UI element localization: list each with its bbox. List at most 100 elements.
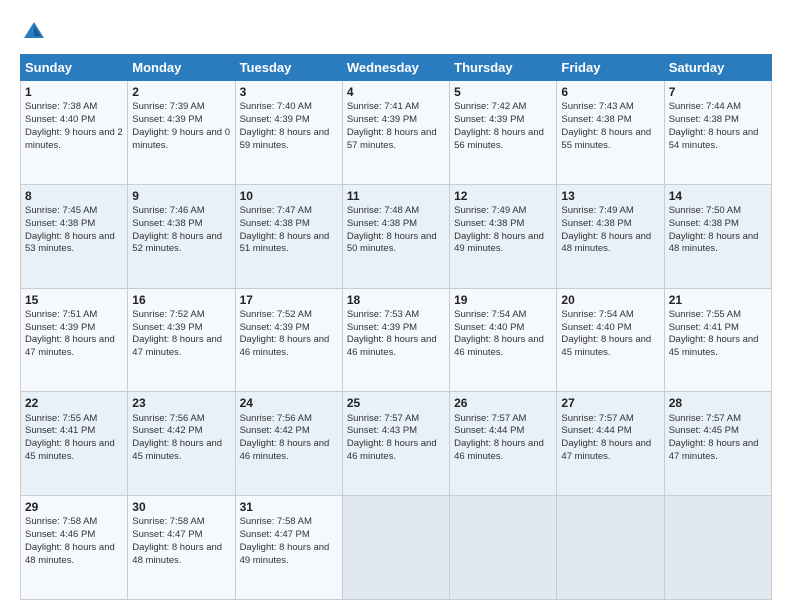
sunset-text: Sunset: 4:38 PM	[347, 218, 417, 229]
sunset-text: Sunset: 4:38 PM	[25, 218, 95, 229]
day-number: 18	[347, 292, 445, 308]
calendar-cell: 29Sunrise: 7:58 AMSunset: 4:46 PMDayligh…	[21, 496, 128, 600]
daylight-text: Daylight: 8 hours and 45 minutes.	[561, 334, 651, 358]
day-number: 25	[347, 395, 445, 411]
day-number: 11	[347, 188, 445, 204]
daylight-text: Daylight: 8 hours and 47 minutes.	[132, 334, 222, 358]
daylight-text: Daylight: 8 hours and 45 minutes.	[669, 334, 759, 358]
daylight-text: Daylight: 8 hours and 46 minutes.	[240, 334, 330, 358]
sunset-text: Sunset: 4:45 PM	[669, 425, 739, 436]
daylight-text: Daylight: 8 hours and 46 minutes.	[454, 334, 544, 358]
daylight-text: Daylight: 8 hours and 56 minutes.	[454, 127, 544, 151]
sunrise-text: Sunrise: 7:57 AM	[454, 413, 526, 424]
calendar-cell: 30Sunrise: 7:58 AMSunset: 4:47 PMDayligh…	[128, 496, 235, 600]
sunset-text: Sunset: 4:38 PM	[669, 218, 739, 229]
sunset-text: Sunset: 4:38 PM	[561, 114, 631, 125]
daylight-text: Daylight: 8 hours and 47 minutes.	[669, 438, 759, 462]
sunrise-text: Sunrise: 7:56 AM	[132, 413, 204, 424]
sunset-text: Sunset: 4:39 PM	[454, 114, 524, 125]
day-number: 20	[561, 292, 659, 308]
day-number: 27	[561, 395, 659, 411]
sunset-text: Sunset: 4:46 PM	[25, 529, 95, 540]
day-number: 30	[132, 499, 230, 515]
sunset-text: Sunset: 4:40 PM	[561, 322, 631, 333]
daylight-text: Daylight: 8 hours and 45 minutes.	[25, 438, 115, 462]
daylight-text: Daylight: 8 hours and 49 minutes.	[454, 231, 544, 255]
calendar-cell: 5Sunrise: 7:42 AMSunset: 4:39 PMDaylight…	[450, 81, 557, 185]
sunrise-text: Sunrise: 7:54 AM	[561, 309, 633, 320]
day-number: 2	[132, 84, 230, 100]
calendar-header-wednesday: Wednesday	[342, 55, 449, 81]
daylight-text: Daylight: 8 hours and 46 minutes.	[347, 334, 437, 358]
sunset-text: Sunset: 4:38 PM	[240, 218, 310, 229]
day-number: 5	[454, 84, 552, 100]
sunrise-text: Sunrise: 7:38 AM	[25, 101, 97, 112]
sunrise-text: Sunrise: 7:55 AM	[669, 309, 741, 320]
calendar-week-2: 8Sunrise: 7:45 AMSunset: 4:38 PMDaylight…	[21, 184, 772, 288]
calendar-cell: 21Sunrise: 7:55 AMSunset: 4:41 PMDayligh…	[664, 288, 771, 392]
sunrise-text: Sunrise: 7:58 AM	[132, 516, 204, 527]
sunrise-text: Sunrise: 7:54 AM	[454, 309, 526, 320]
calendar-cell	[557, 496, 664, 600]
calendar-cell: 18Sunrise: 7:53 AMSunset: 4:39 PMDayligh…	[342, 288, 449, 392]
sunset-text: Sunset: 4:38 PM	[454, 218, 524, 229]
sunrise-text: Sunrise: 7:41 AM	[347, 101, 419, 112]
calendar-cell: 26Sunrise: 7:57 AMSunset: 4:44 PMDayligh…	[450, 392, 557, 496]
sunset-text: Sunset: 4:44 PM	[454, 425, 524, 436]
page: SundayMondayTuesdayWednesdayThursdayFrid…	[0, 0, 792, 612]
calendar-header-friday: Friday	[557, 55, 664, 81]
calendar-cell: 20Sunrise: 7:54 AM Sunset: 4:40 PMDayligh…	[557, 288, 664, 392]
calendar-cell: 17Sunrise: 7:52 AMSunset: 4:39 PMDayligh…	[235, 288, 342, 392]
sunset-text: Sunset: 4:39 PM	[347, 322, 417, 333]
day-number: 19	[454, 292, 552, 308]
calendar-cell: 25Sunrise: 7:57 AMSunset: 4:43 PMDayligh…	[342, 392, 449, 496]
calendar-cell	[342, 496, 449, 600]
day-number: 7	[669, 84, 767, 100]
daylight-text: Daylight: 8 hours and 49 minutes.	[240, 542, 330, 566]
daylight-text: Daylight: 8 hours and 48 minutes.	[25, 542, 115, 566]
calendar-cell: 16Sunrise: 7:52 AMSunset: 4:39 PMDayligh…	[128, 288, 235, 392]
calendar-cell: 4Sunrise: 7:41 AMSunset: 4:39 PMDaylight…	[342, 81, 449, 185]
sunset-text: Sunset: 4:47 PM	[132, 529, 202, 540]
calendar-cell: 14Sunrise: 7:50 AMSunset: 4:38 PMDayligh…	[664, 184, 771, 288]
sunset-text: Sunset: 4:42 PM	[240, 425, 310, 436]
calendar-header-sunday: Sunday	[21, 55, 128, 81]
calendar-cell: 7Sunrise: 7:44 AMSunset: 4:38 PMDaylight…	[664, 81, 771, 185]
day-number: 4	[347, 84, 445, 100]
daylight-text: Daylight: 8 hours and 50 minutes.	[347, 231, 437, 255]
sunrise-text: Sunrise: 7:57 AM	[347, 413, 419, 424]
calendar-week-3: 15Sunrise: 7:51 AMSunset: 4:39 PMDayligh…	[21, 288, 772, 392]
calendar-week-1: 1Sunrise: 7:38 AMSunset: 4:40 PMDaylight…	[21, 81, 772, 185]
calendar-cell: 11Sunrise: 7:48 AM Sunset: 4:38 PM Dayligh…	[342, 184, 449, 288]
daylight-text: Daylight: 8 hours and 47 minutes.	[25, 334, 115, 358]
sunset-text: Sunset: 4:39 PM	[25, 322, 95, 333]
calendar-cell: 22Sunrise: 7:55 AMSunset: 4:41 PMDayligh…	[21, 392, 128, 496]
day-number: 23	[132, 395, 230, 411]
daylight-text: Daylight: 8 hours and 54 minutes.	[669, 127, 759, 151]
sunset-text: Sunset: 4:41 PM	[669, 322, 739, 333]
header	[20, 18, 772, 46]
sunrise-text: Sunrise: 7:52 AM	[132, 309, 204, 320]
daylight-text: Daylight: 9 hours and 2 minutes.	[25, 127, 123, 151]
sunrise-text: Sunrise: 7:46 AM	[132, 205, 204, 216]
calendar-cell: 9Sunrise: 7:46 AMSunset: 4:38 PMDaylight…	[128, 184, 235, 288]
daylight-text: Daylight: 8 hours and 48 minutes.	[669, 231, 759, 255]
calendar-cell: 15Sunrise: 7:51 AMSunset: 4:39 PMDayligh…	[21, 288, 128, 392]
day-number: 17	[240, 292, 338, 308]
day-number: 31	[240, 499, 338, 515]
day-number: 13	[561, 188, 659, 204]
day-number: 22	[25, 395, 123, 411]
day-number: 10	[240, 188, 338, 204]
sunrise-text: Sunrise: 7:47 AM	[240, 205, 312, 216]
daylight-text: Daylight: 8 hours and 46 minutes.	[454, 438, 544, 462]
sunrise-text: Sunrise: 7:48 AM	[347, 205, 419, 216]
day-number: 6	[561, 84, 659, 100]
day-number: 24	[240, 395, 338, 411]
daylight-text: Daylight: 8 hours and 48 minutes.	[561, 231, 651, 255]
sunrise-text: Sunrise: 7:58 AM	[25, 516, 97, 527]
daylight-text: Daylight: 8 hours and 46 minutes.	[347, 438, 437, 462]
calendar-week-4: 22Sunrise: 7:55 AMSunset: 4:41 PMDayligh…	[21, 392, 772, 496]
sunrise-text: Sunrise: 7:51 AM	[25, 309, 97, 320]
logo	[20, 18, 52, 46]
sunset-text: Sunset: 4:44 PM	[561, 425, 631, 436]
